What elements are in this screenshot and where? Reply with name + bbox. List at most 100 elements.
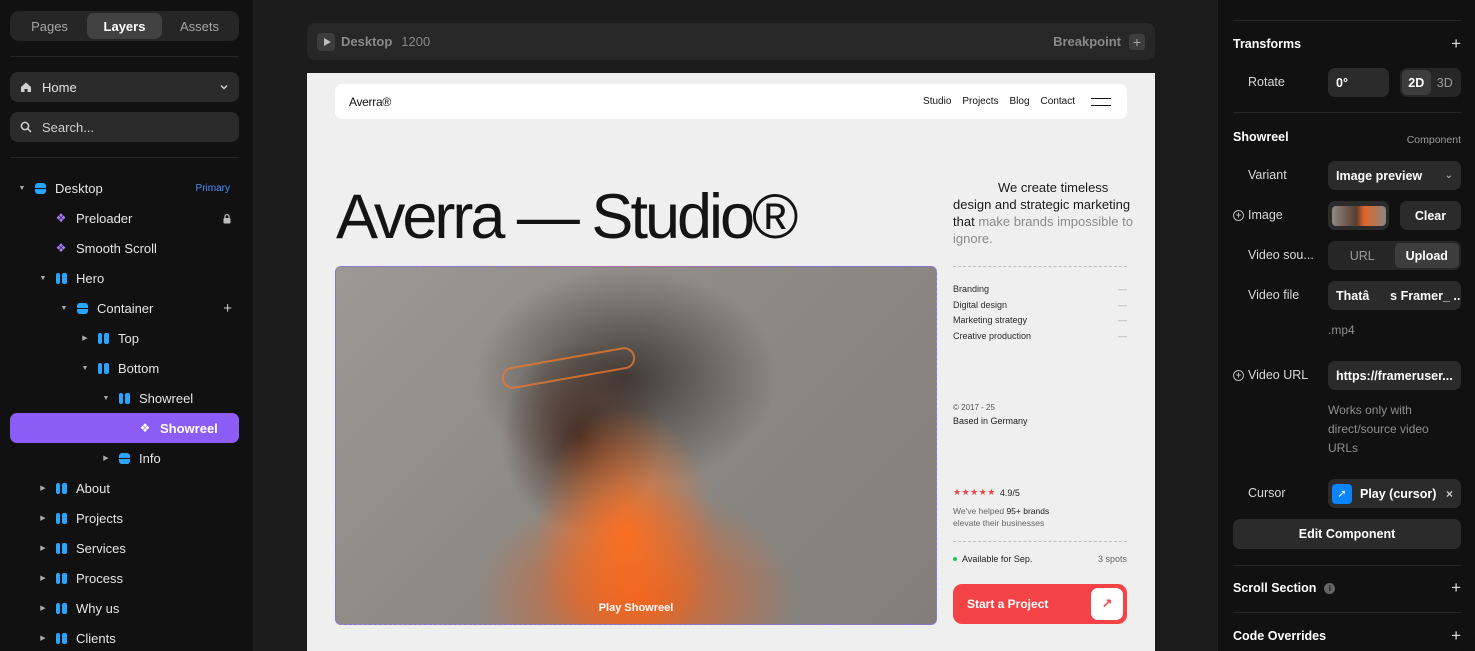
clear-image-button[interactable]: Clear — [1400, 201, 1461, 230]
add-transform-icon[interactable]: + — [1451, 35, 1461, 52]
columns-icon — [118, 392, 130, 404]
divider — [1233, 565, 1461, 566]
layer-top[interactable]: ▶ Top — [0, 323, 254, 353]
stack-icon — [118, 452, 130, 464]
video-file-label: Video file — [1248, 288, 1300, 302]
play-showreel-label[interactable]: Play Showreel — [336, 602, 936, 614]
caret-collapsed-icon[interactable]: ▶ — [102, 454, 110, 462]
add-breakpoint-icon[interactable]: + — [1129, 33, 1145, 50]
showreel-component[interactable]: Play Showreel — [335, 266, 937, 625]
columns-icon — [55, 482, 67, 494]
primary-badge: Primary — [195, 182, 230, 194]
design-canvas[interactable]: Desktop 1200 Breakpoint + Averra® Studio… — [254, 0, 1217, 651]
layer-name: Hero — [76, 270, 105, 286]
stars-icon: ★★★★★ — [953, 487, 996, 497]
video-url-note: Works only with direct/source video URLs — [1328, 403, 1429, 455]
add-breakpoint-label[interactable]: Breakpoint — [1053, 34, 1121, 49]
layer-showreel-component[interactable]: ❖ Showreel — [10, 413, 239, 443]
transforms-title: Transforms — [1233, 37, 1302, 51]
layer-smooth-scroll[interactable]: ❖ Smooth Scroll — [0, 233, 254, 263]
preview-play-icon[interactable] — [317, 32, 335, 51]
component-icon: ❖ — [139, 421, 151, 435]
add-video-url-icon[interactable]: + — [1233, 370, 1244, 381]
scroll-section-header: Scroll Section i — [1233, 581, 1336, 595]
caret-collapsed-icon[interactable]: ▶ — [81, 334, 89, 342]
columns-icon — [55, 542, 67, 554]
caret-collapsed-icon[interactable]: ▶ — [39, 484, 47, 492]
video-source-toggle: URL Upload — [1328, 241, 1461, 270]
caret-expanded-icon[interactable]: ▼ — [60, 305, 68, 312]
caret-collapsed-icon[interactable]: ▶ — [39, 574, 47, 582]
edit-component-button[interactable]: Edit Component — [1233, 519, 1461, 549]
columns-icon — [55, 272, 67, 284]
properties-panel: Transforms + Rotate 0° 2D 3D Showreel Co… — [1217, 0, 1475, 651]
nav-link-projects[interactable]: Projects — [962, 96, 998, 107]
component-icon: ❖ — [55, 241, 67, 255]
tab-layers[interactable]: Layers — [87, 13, 162, 39]
page-selector[interactable]: Home — [10, 72, 239, 102]
layer-clients[interactable]: ▶ Clients — [0, 623, 254, 651]
info-icon[interactable]: i — [1324, 583, 1336, 594]
layer-name: Top — [118, 330, 139, 346]
cursor-label: Cursor — [1248, 486, 1286, 500]
layer-desktop[interactable]: ▼ Desktop Primary — [0, 173, 254, 203]
nav-link-studio[interactable]: Studio — [923, 96, 951, 107]
caret-collapsed-icon[interactable]: ▶ — [39, 634, 47, 642]
caret-expanded-icon[interactable]: ▼ — [18, 185, 26, 192]
video-url-input[interactable]: https://frameruser... — [1328, 361, 1461, 390]
caret-expanded-icon[interactable]: ▼ — [102, 395, 110, 402]
layer-process[interactable]: ▶ Process — [0, 563, 254, 593]
layer-why-us[interactable]: ▶ Why us — [0, 593, 254, 623]
add-icon[interactable]: + — [223, 300, 232, 317]
video-source-url[interactable]: URL — [1330, 243, 1395, 268]
site-nav: Averra® Studio Projects Blog Contact — [335, 84, 1127, 119]
mode-3d[interactable]: 3D — [1431, 70, 1460, 95]
layer-name: Projects — [76, 510, 123, 526]
caret-collapsed-icon[interactable]: ▶ — [39, 514, 47, 522]
layer-info[interactable]: ▶ Info — [0, 443, 254, 473]
site-logo[interactable]: Averra® — [349, 95, 391, 109]
layer-container[interactable]: ▼ Container + — [0, 293, 254, 323]
add-scroll-section-icon[interactable]: + — [1451, 579, 1461, 596]
nav-link-contact[interactable]: Contact — [1041, 96, 1075, 107]
video-source-upload[interactable]: Upload — [1394, 243, 1459, 268]
caret-expanded-icon[interactable]: ▼ — [81, 365, 89, 372]
layer-about[interactable]: ▶ About — [0, 473, 254, 503]
rotate-input[interactable]: 0° — [1328, 68, 1389, 97]
cta-label: Start a Project — [967, 597, 1049, 611]
video-url-label: Video URL — [1248, 368, 1309, 382]
tab-pages[interactable]: Pages — [12, 13, 87, 39]
nav-link-blog[interactable]: Blog — [1010, 96, 1030, 107]
layer-showreel-frame[interactable]: ▼ Showreel — [0, 383, 254, 413]
search-input[interactable]: Search... — [10, 112, 239, 142]
mode-2d[interactable]: 2D — [1402, 70, 1431, 95]
site-frame[interactable]: Averra® Studio Projects Blog Contact Ave… — [307, 73, 1155, 651]
availability-text: Available for Sep. — [962, 554, 1033, 564]
cursor-select[interactable]: ➚ Play (cursor) × — [1328, 479, 1461, 508]
caret-collapsed-icon[interactable]: ▶ — [39, 544, 47, 552]
tab-assets[interactable]: Assets — [162, 13, 237, 39]
variant-select[interactable]: Image preview ⌄ — [1328, 161, 1461, 190]
video-file-input[interactable]: Thatâ s Framer_ ... — [1328, 281, 1461, 310]
add-image-icon[interactable]: + — [1233, 210, 1244, 221]
divider — [10, 157, 239, 158]
lock-icon[interactable] — [222, 213, 232, 224]
caret-expanded-icon[interactable]: ▼ — [39, 275, 47, 282]
menu-icon[interactable] — [1091, 97, 1111, 106]
layer-projects[interactable]: ▶ Projects — [0, 503, 254, 533]
start-project-button[interactable]: Start a Project ↗ — [953, 584, 1127, 624]
close-icon[interactable]: × — [1446, 487, 1453, 501]
tagline-gray: make brands impossible to ignore. — [953, 214, 1133, 246]
breakpoint-name[interactable]: Desktop — [341, 34, 392, 49]
variant-label: Variant — [1248, 168, 1287, 182]
add-code-override-icon[interactable]: + — [1451, 627, 1461, 644]
layer-services[interactable]: ▶ Services — [0, 533, 254, 563]
layer-hero[interactable]: ▼ Hero — [0, 263, 254, 293]
page-selector-label: Home — [42, 79, 77, 95]
component-tag: Component — [1406, 134, 1461, 146]
service-item: Branding — — [953, 284, 1127, 294]
caret-collapsed-icon[interactable]: ▶ — [39, 604, 47, 612]
image-picker[interactable] — [1328, 201, 1389, 230]
layer-preloader[interactable]: ❖ Preloader — [0, 203, 254, 233]
layer-bottom[interactable]: ▼ Bottom — [0, 353, 254, 383]
